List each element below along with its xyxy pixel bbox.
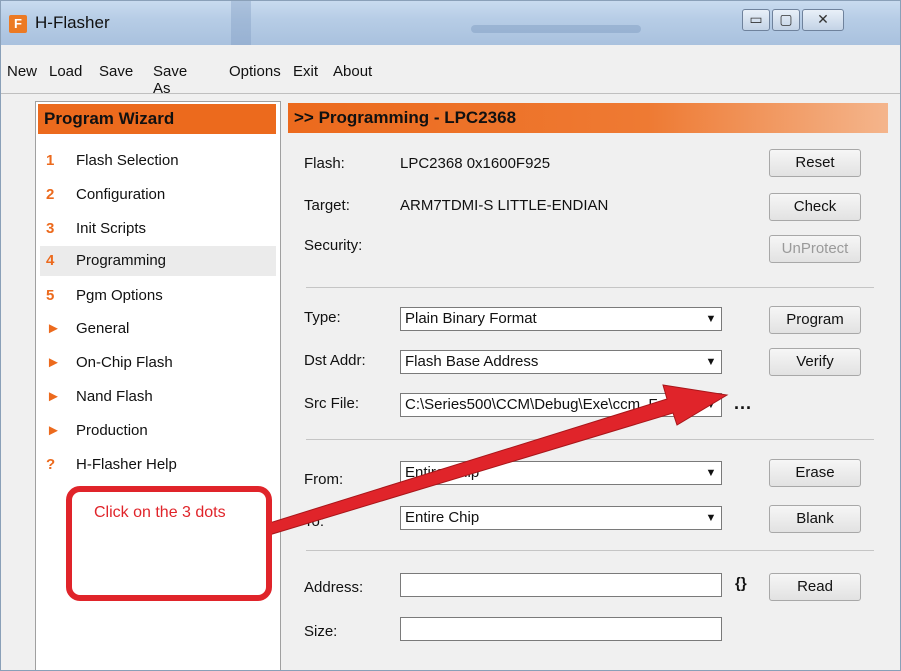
arrow-pointer-icon xyxy=(262,384,729,536)
annotation-callout: Click on the 3 dots xyxy=(66,486,272,601)
annotation-text: Click on the 3 dots xyxy=(94,504,226,521)
h-flasher-window: F H-Flasher ▭ ▢ ✕ New Load Save Save As … xyxy=(0,0,901,671)
